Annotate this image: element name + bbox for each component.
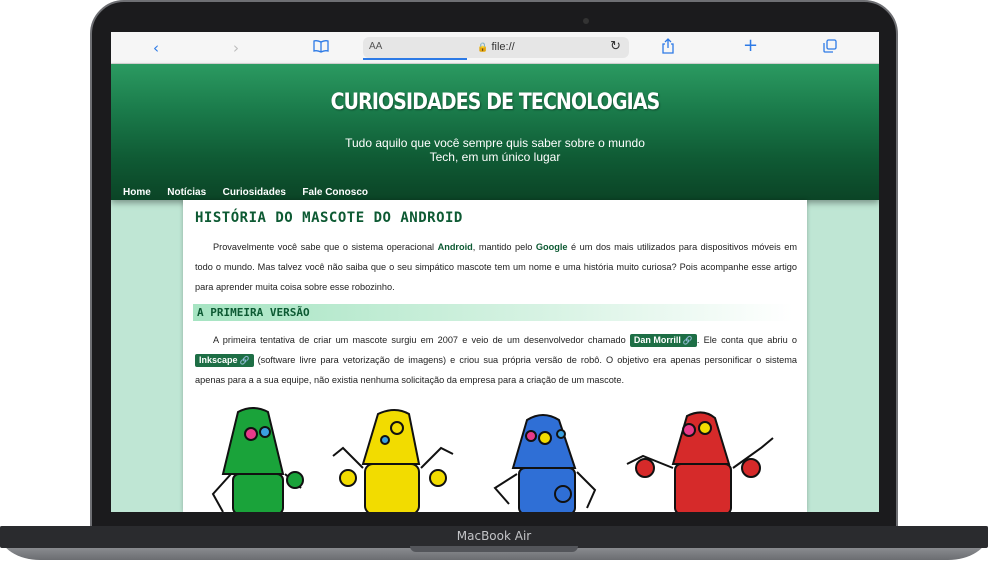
nav-noticias[interactable]: Notícias: [167, 187, 206, 198]
main-nav: Home Notícias Curiosidades Fale Conosco: [123, 182, 380, 200]
article-title: HISTÓRIA DO MASCOTE DO ANDROID: [195, 210, 463, 226]
share-icon[interactable]: [661, 38, 675, 59]
chevron-right-icon[interactable]: ›: [233, 38, 239, 58]
site-header: CURIOSIDADES DE TECNOLOGIAS Tudo aquilo …: [111, 64, 879, 200]
paragraph-first-version: A primeira tentativa de criar um mascote…: [195, 330, 797, 390]
robot-yellow: [332, 409, 454, 512]
browser-toolbar: ‹ › AA 🔒 file:// ↻ +: [111, 32, 879, 64]
external-link-icon: 🔗: [682, 336, 693, 345]
nav-curiosidades[interactable]: Curiosidades: [223, 187, 286, 198]
subtitle-line-2: Tech, em um único lugar: [429, 150, 561, 164]
text: (software livre para vetorização de imag…: [195, 355, 797, 385]
reload-icon[interactable]: ↻: [610, 39, 621, 54]
link-label: Inkscape: [199, 355, 238, 365]
android-robots-illustration: [211, 407, 774, 512]
camera: [583, 18, 589, 24]
plus-icon[interactable]: +: [743, 36, 758, 56]
lock-icon: 🔒: [477, 42, 489, 52]
link-label: Dan Morrill: [633, 335, 681, 345]
paragraph-intro: Provavelmente você sabe que o sistema op…: [195, 237, 797, 297]
nav-home[interactable]: Home: [123, 187, 151, 198]
external-link-icon: 🔗: [239, 356, 250, 365]
text: . Ele conta que abriu o: [696, 335, 797, 345]
robot-blue: [493, 414, 597, 512]
robot-red: [626, 411, 774, 512]
site-subtitle: Tudo aquilo que você sempre quis saber s…: [111, 136, 879, 164]
text: Provavelmente você sabe que o sistema op…: [213, 242, 438, 252]
term-android: Android: [437, 242, 473, 252]
text: A primeira tentativa de criar um mascote…: [213, 335, 630, 345]
book-icon[interactable]: [313, 38, 329, 58]
article: HISTÓRIA DO MASCOTE DO ANDROID Provavelm…: [183, 200, 807, 512]
robot-green: [211, 407, 304, 512]
chevron-left-icon[interactable]: ‹: [153, 38, 159, 58]
tabs-icon[interactable]: [823, 38, 837, 58]
address-bar[interactable]: AA 🔒 file:// ↻: [363, 37, 629, 60]
link-dan-morrill[interactable]: Dan Morrill 🔗: [629, 334, 697, 347]
term-google: Google: [535, 242, 568, 252]
url-text: file://: [491, 41, 515, 53]
laptop-notch: [410, 546, 578, 552]
device-label: MacBook Air: [456, 529, 532, 543]
page-load-indicator: [363, 58, 467, 60]
screen: ‹ › AA 🔒 file:// ↻ + CURIOSIDADES DE TECN…: [111, 32, 879, 512]
nav-fale-conosco[interactable]: Fale Conosco: [302, 187, 368, 198]
subtitle-line-1: Tudo aquilo que você sempre quis saber s…: [345, 136, 645, 150]
section-title: A PRIMEIRA VERSÃO: [197, 306, 310, 319]
site-title: CURIOSIDADES DE TECNOLOGIAS: [330, 90, 661, 115]
text: , mantido pelo: [472, 242, 536, 252]
link-inkscape[interactable]: Inkscape 🔗: [195, 354, 254, 367]
